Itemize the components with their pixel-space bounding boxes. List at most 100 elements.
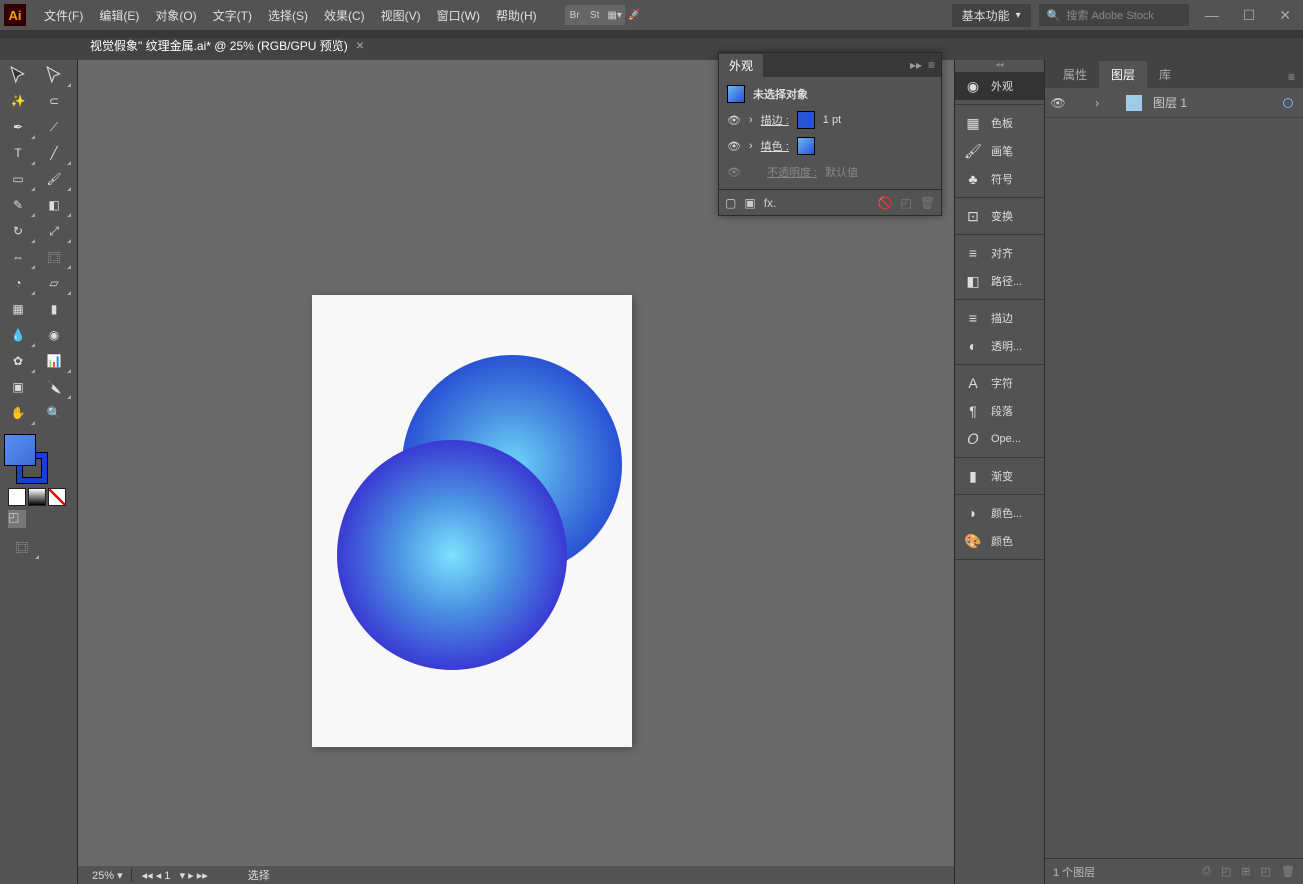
menu-view[interactable]: 视图(V) <box>373 7 429 24</box>
artboard-tool[interactable]: ▣ <box>0 374 36 400</box>
opacity-label[interactable]: 不透明度 : <box>767 164 817 180</box>
close-tab-icon[interactable]: × <box>356 37 364 53</box>
visibility-toggle[interactable]: 👁 <box>1051 96 1065 110</box>
menu-window[interactable]: 窗口(W) <box>429 7 488 24</box>
width-tool[interactable]: ⇔ <box>0 244 36 270</box>
blend-tool[interactable]: ◉ <box>36 322 72 348</box>
dock-paragraph[interactable]: ¶段落 <box>955 397 1044 425</box>
expand-icon[interactable]: › <box>749 114 753 126</box>
type-tool[interactable]: T <box>0 140 36 166</box>
zoom-tool[interactable]: 🔍 <box>36 400 72 426</box>
dock-swatches[interactable]: ▦色板 <box>955 109 1044 137</box>
screen-mode[interactable]: ⿴ <box>4 534 40 560</box>
selection-tool[interactable] <box>0 62 36 88</box>
lasso-tool[interactable]: ⊂ <box>36 88 72 114</box>
menu-file[interactable]: 文件(F) <box>36 7 91 24</box>
workspace-switcher[interactable]: 基本功能▾ <box>952 4 1031 27</box>
dock-transparency[interactable]: ◐透明... <box>955 332 1044 360</box>
layer-item[interactable]: 👁 › 图层 1 <box>1045 88 1303 118</box>
color-mode-none[interactable] <box>48 488 66 506</box>
dock-color[interactable]: 🎨颜色 <box>955 527 1044 555</box>
scale-tool[interactable]: ⤢ <box>36 218 72 244</box>
panel-collapse-icon[interactable]: ▸▸ <box>910 58 922 72</box>
color-mode-solid[interactable] <box>8 488 26 506</box>
locate-icon[interactable]: ⎙ <box>1202 865 1211 878</box>
stroke-weight[interactable]: 1 pt <box>823 114 841 126</box>
eraser-tool[interactable]: ◧ <box>36 192 72 218</box>
fx-button[interactable]: fx. <box>764 196 777 210</box>
menu-object[interactable]: 对象(O) <box>147 7 204 24</box>
search-input[interactable]: 🔍 搜索 Adobe Stock <box>1039 4 1189 26</box>
new-layer-icon[interactable]: ◰ <box>1261 865 1271 878</box>
dock-opentype[interactable]: 𝑂Ope... <box>955 425 1044 453</box>
rotate-tool[interactable]: ↻ <box>0 218 36 244</box>
window-minimize[interactable]: — <box>1197 7 1227 23</box>
eyedropper-tool[interactable]: 💧 <box>0 322 36 348</box>
shape-builder-tool[interactable]: ◔ <box>0 270 36 296</box>
dock-brushes[interactable]: 🖌画笔 <box>955 137 1044 165</box>
color-mode-gradient[interactable] <box>28 488 46 506</box>
dock-transform[interactable]: ⊡变换 <box>955 202 1044 230</box>
dock-colorguide[interactable]: ◗颜色... <box>955 499 1044 527</box>
window-close[interactable]: ✕ <box>1271 7 1299 24</box>
duplicate-icon[interactable]: ◰ <box>900 196 911 210</box>
paintbrush-tool[interactable]: 🖌 <box>36 166 72 192</box>
gradient-tool[interactable]: ▮ <box>36 296 72 322</box>
menu-effect[interactable]: 效果(C) <box>316 7 373 24</box>
appearance-tab[interactable]: 外观 <box>719 54 763 77</box>
zoom-level[interactable]: 25% ▾ <box>84 869 132 882</box>
document-tab[interactable]: 视觉假象" 纹理金属.ai* @ 25% (RGB/GPU 预览) × <box>82 37 372 54</box>
opacity-value[interactable]: 默认值 <box>825 164 858 180</box>
stroke-label[interactable]: 描边 : <box>761 112 789 128</box>
menu-type[interactable]: 文字(T) <box>205 7 260 24</box>
visibility-icon[interactable]: 👁 <box>727 113 741 127</box>
dock-gradient[interactable]: ▮渐变 <box>955 462 1044 490</box>
dock-symbols[interactable]: ♣符号 <box>955 165 1044 193</box>
window-maximize[interactable]: ☐ <box>1235 7 1264 24</box>
hand-tool[interactable]: ✋ <box>0 400 36 426</box>
perspective-tool[interactable]: ▱ <box>36 270 72 296</box>
fill-color-swatch[interactable] <box>797 137 815 155</box>
mesh-tool[interactable]: ▦ <box>0 296 36 322</box>
dock-character[interactable]: A字符 <box>955 369 1044 397</box>
delete-layer-icon[interactable]: 🗑 <box>1281 865 1295 878</box>
menu-select[interactable]: 选择(S) <box>260 7 316 24</box>
clear-icon[interactable]: 🚫 <box>877 196 892 210</box>
shaper-tool[interactable]: ✎ <box>0 192 36 218</box>
layer-name[interactable]: 图层 1 <box>1153 94 1187 111</box>
panel-menu-icon[interactable]: ≡ <box>928 58 935 72</box>
free-transform-tool[interactable]: ⿴ <box>36 244 72 270</box>
bridge-icon[interactable]: Br <box>565 5 585 25</box>
direct-selection-tool[interactable] <box>36 62 72 88</box>
magic-wand-tool[interactable]: ✨ <box>0 88 36 114</box>
layer-target-icon[interactable] <box>1283 98 1293 108</box>
rectangle-tool[interactable]: ▭ <box>0 166 36 192</box>
tab-properties[interactable]: 属性 <box>1051 61 1099 88</box>
visibility-icon[interactable]: 👁 <box>727 139 741 153</box>
slice-tool[interactable]: 🔪 <box>36 374 72 400</box>
dock-align[interactable]: ≡对齐 <box>955 239 1044 267</box>
visibility-icon[interactable]: 👁 <box>727 165 741 179</box>
line-tool[interactable]: ╱ <box>36 140 72 166</box>
stock-icon[interactable]: St <box>585 5 605 25</box>
fill-stroke-swatches[interactable]: ◰ ⿴ <box>0 432 77 562</box>
menu-help[interactable]: 帮助(H) <box>488 7 545 24</box>
dock-collapse[interactable]: ◂◂ <box>955 60 1044 68</box>
tab-libraries[interactable]: 库 <box>1147 61 1183 88</box>
arrange-icon[interactable]: ▦▾ <box>605 5 625 25</box>
tab-layers[interactable]: 图层 <box>1099 61 1147 88</box>
new-fill-icon[interactable]: ▣ <box>744 196 755 210</box>
page-nav[interactable]: ◂◂ ◂ 1 ▾ ▸ ▸▸ <box>142 869 208 882</box>
clip-mask-icon[interactable]: ◰ <box>1221 865 1231 878</box>
new-sublayer-icon[interactable]: ⊞ <box>1241 865 1250 878</box>
menu-edit[interactable]: 编辑(E) <box>91 7 147 24</box>
expand-icon[interactable]: › <box>1095 96 1115 110</box>
fill-label[interactable]: 填色 : <box>761 138 789 154</box>
dock-stroke[interactable]: ≡描边 <box>955 304 1044 332</box>
dock-appearance[interactable]: ◉外观 <box>955 72 1044 100</box>
pen-tool[interactable]: ✒ <box>0 114 36 140</box>
symbol-sprayer-tool[interactable]: ✿ <box>0 348 36 374</box>
draw-mode[interactable]: ◰ <box>8 510 26 528</box>
delete-icon[interactable]: 🗑 <box>920 196 935 210</box>
stroke-color-swatch[interactable] <box>797 111 815 129</box>
